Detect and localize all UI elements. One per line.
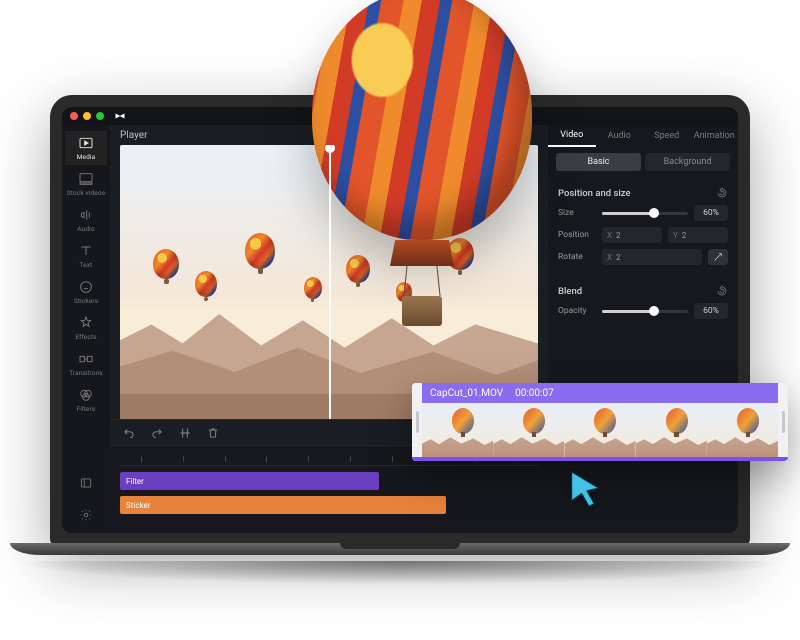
sidebar-item-label: Filters (77, 405, 96, 413)
sidebar-item-transitions[interactable]: Transitions (65, 347, 107, 381)
stickers-icon (78, 279, 94, 295)
clip-handle-right[interactable] (778, 383, 788, 461)
subtab-background[interactable]: Background (645, 153, 730, 171)
delete-icon[interactable] (206, 426, 220, 440)
sidebar-item-label: Transitions (69, 369, 103, 377)
effects-icon (78, 315, 94, 331)
left-sidebar: Media Stock videos Audio Text (62, 125, 110, 533)
rotate-label: Rotate (558, 252, 596, 262)
sidebar-expand-icon[interactable] (74, 471, 98, 495)
section-title-position: Position and size (558, 188, 631, 199)
tab-video[interactable]: Video (548, 125, 596, 147)
sidebar-item-effects[interactable]: Effects (65, 311, 107, 345)
clip-strip-popout[interactable]: CapCut_01.MOV 00:00:07 (412, 383, 788, 461)
rotate-x-input[interactable]: X2 (602, 249, 702, 265)
sidebar-item-label: Text (80, 261, 93, 269)
undo-icon[interactable] (122, 426, 136, 440)
sidebar-item-filters[interactable]: Filters (65, 383, 107, 417)
clip-filename: CapCut_01.MOV (430, 388, 503, 399)
size-slider[interactable] (602, 212, 688, 215)
player-title: Player (120, 130, 147, 141)
section-title-blend: Blend (558, 286, 582, 297)
rotate-tool-icon[interactable] (708, 249, 728, 265)
redo-icon[interactable] (150, 426, 164, 440)
audio-icon (78, 207, 94, 223)
size-label: Size (558, 208, 596, 218)
video-editor-app: Media Stock videos Audio Text (62, 107, 738, 533)
sidebar-item-label: Media (77, 153, 96, 161)
laptop-frame: Media Stock videos Audio Text (50, 95, 750, 569)
sidebar-item-audio[interactable]: Audio (65, 203, 107, 237)
text-icon (78, 243, 94, 259)
timeline-track-sticker[interactable]: Sticker (120, 496, 446, 514)
media-icon (78, 135, 94, 151)
sidebar-item-text[interactable]: Text (65, 239, 107, 273)
subtab-basic[interactable]: Basic (556, 153, 641, 171)
close-icon[interactable] (70, 112, 78, 120)
transitions-icon (78, 351, 94, 367)
opacity-label: Opacity (558, 306, 596, 316)
app-logo-icon (114, 110, 126, 122)
position-x-input[interactable]: X2 (602, 227, 662, 243)
clip-timecode: 00:00:07 (515, 388, 554, 399)
tab-speed[interactable]: Speed (643, 125, 691, 147)
tab-audio[interactable]: Audio (596, 125, 644, 147)
timeline-track-filter[interactable]: Filter (120, 472, 379, 490)
filters-icon (78, 387, 94, 403)
sidebar-item-stock[interactable]: Stock videos (65, 167, 107, 201)
reset-icon[interactable] (716, 285, 728, 297)
sidebar-item-label: Stock videos (67, 189, 105, 197)
size-value[interactable]: 60% (694, 205, 728, 221)
sidebar-item-label: Effects (75, 333, 96, 341)
laptop-base (10, 543, 790, 569)
minimize-icon[interactable] (83, 112, 91, 120)
player-column: Player (110, 125, 548, 533)
playhead[interactable] (329, 145, 331, 419)
split-icon[interactable] (178, 426, 192, 440)
reset-icon[interactable] (716, 187, 728, 199)
clip-handle-left[interactable] (412, 383, 422, 461)
position-y-input[interactable]: Y2 (668, 227, 728, 243)
clip-thumbnails[interactable] (422, 403, 778, 461)
window-controls[interactable] (70, 112, 104, 120)
sidebar-item-stickers[interactable]: Stickers (65, 275, 107, 309)
window-titlebar (62, 107, 738, 125)
maximize-icon[interactable] (96, 112, 104, 120)
opacity-value[interactable]: 60% (694, 303, 728, 319)
sidebar-item-label: Stickers (74, 297, 98, 305)
position-label: Position (558, 230, 596, 240)
properties-panel: Video Audio Speed Animation Basic Backgr… (548, 125, 738, 533)
sidebar-item-label: Audio (77, 225, 94, 233)
tab-animation[interactable]: Animation (691, 125, 739, 147)
sidebar-item-media[interactable]: Media (65, 131, 107, 165)
settings-icon[interactable] (74, 503, 98, 527)
opacity-slider[interactable] (602, 310, 688, 313)
stock-icon (78, 171, 94, 187)
video-preview[interactable] (120, 145, 538, 419)
